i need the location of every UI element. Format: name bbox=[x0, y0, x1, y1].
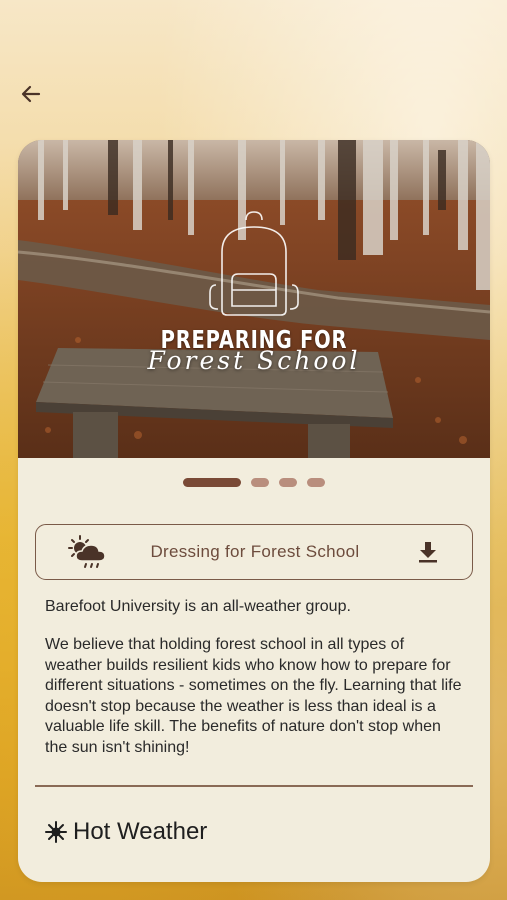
intro-paragraph: Barefoot University is an all-weather gr… bbox=[45, 598, 351, 615]
hot-weather-heading: Hot Weather bbox=[45, 818, 207, 846]
download-dressing-guide-button[interactable]: Dressing for Forest School bbox=[35, 524, 473, 580]
sun-icon bbox=[45, 821, 67, 843]
download-title: Dressing for Forest School bbox=[150, 542, 360, 561]
carousel-dot-2[interactable] bbox=[251, 477, 269, 487]
philosophy-paragraph: We believe that holding forest school in… bbox=[45, 636, 462, 756]
section-divider bbox=[35, 785, 473, 787]
carousel-indicator bbox=[18, 477, 490, 487]
section-heading-label: Hot Weather bbox=[73, 818, 208, 845]
carousel-dot-4[interactable] bbox=[307, 477, 325, 487]
hero-title-line2: Forest School bbox=[147, 346, 361, 375]
hero-image[interactable]: PREPARING FOR Forest School bbox=[18, 140, 490, 458]
arrow-left-icon bbox=[21, 85, 41, 103]
carousel-dot-1[interactable] bbox=[183, 477, 241, 487]
forest-photo bbox=[18, 140, 490, 458]
download-icon bbox=[419, 542, 437, 563]
content-card: PREPARING FOR Forest School Dressing for… bbox=[18, 140, 490, 882]
carousel-dot-3[interactable] bbox=[279, 477, 297, 487]
back-button[interactable] bbox=[16, 80, 46, 108]
